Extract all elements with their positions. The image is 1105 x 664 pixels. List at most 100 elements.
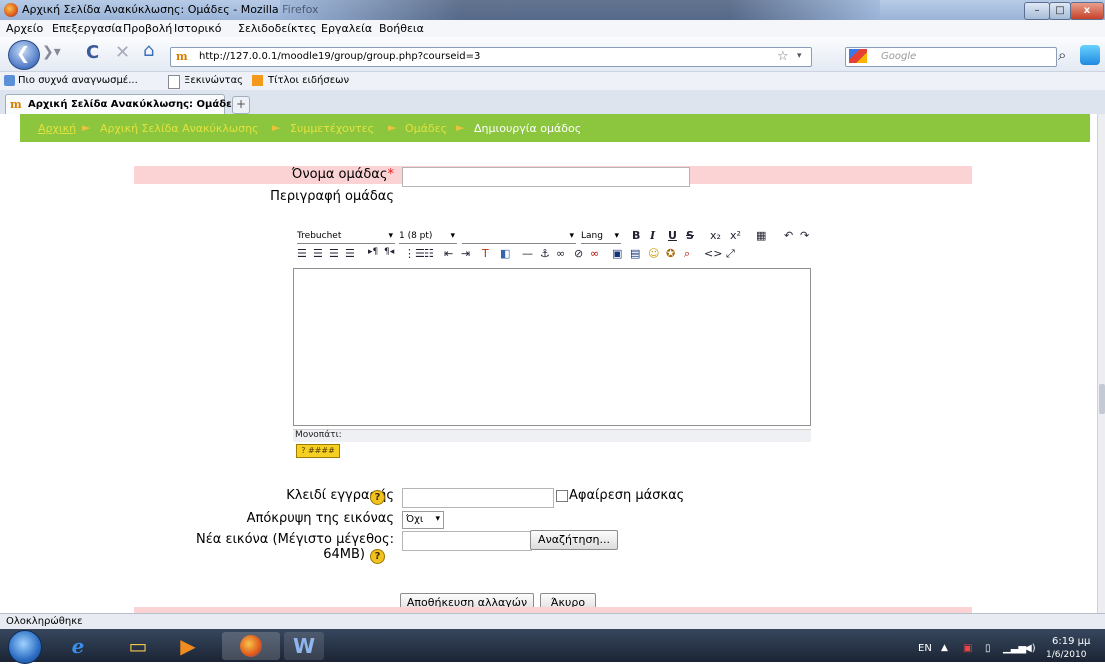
subscript-icon[interactable]: x₂ <box>710 229 721 242</box>
search-icon[interactable]: ⌕ <box>1058 46 1066 64</box>
url-text[interactable]: http://127.0.0.1/moodle19/group/group.ph… <box>199 51 480 62</box>
underline-icon[interactable]: U <box>668 229 677 242</box>
indent-icon[interactable]: ⇥ <box>461 247 470 260</box>
breadcrumb-home[interactable]: Αρχική <box>38 122 76 135</box>
description-editor[interactable] <box>293 268 811 426</box>
google-icon[interactable] <box>849 49 867 63</box>
help-icon[interactable]: ? <box>370 490 385 505</box>
font-family-select[interactable]: Trebuchet ▾ <box>297 231 395 244</box>
tab-groups[interactable]: m Αρχική Σελίδα Ανακύκλωσης: Ομάδες <box>5 94 238 115</box>
vertical-scrollbar[interactable] <box>1097 114 1105 613</box>
link-icon[interactable]: ∞ <box>556 247 565 260</box>
horizontal-rule-icon[interactable]: — <box>522 247 533 260</box>
start-button[interactable] <box>8 630 42 664</box>
menu-bookmarks[interactable]: Σελιδοδείκτες <box>238 22 317 35</box>
clock-date[interactable]: 1/6/2010 <box>1046 650 1086 660</box>
language-indicator[interactable]: EN <box>918 643 932 654</box>
font-size-select[interactable]: 1 (8 pt) ▾ <box>399 231 457 244</box>
internet-explorer-icon[interactable]: e <box>56 632 100 660</box>
show-hidden-icons-icon[interactable]: ▲ <box>941 643 948 653</box>
star-icon[interactable]: ☆ <box>777 49 789 64</box>
search-input[interactable]: Google <box>881 51 916 62</box>
scrollbar-thumb[interactable] <box>1099 384 1105 414</box>
search-replace-icon[interactable]: ⌕ <box>684 247 690 261</box>
minimize-button[interactable]: – <box>1024 2 1050 20</box>
hide-picture-select[interactable]: Όχι ▾ <box>402 511 444 529</box>
new-picture-size-label: 64MB) <box>323 547 365 562</box>
firefox-icon <box>240 635 262 657</box>
maximize-button[interactable]: □ <box>1049 2 1071 20</box>
bookmark-most-visited[interactable]: Πιο συχνά αναγνωσμέ... <box>18 75 138 86</box>
reload-button[interactable]: C <box>86 42 99 63</box>
justify-icon[interactable]: ☰ <box>345 247 355 260</box>
new-tab-button[interactable]: + <box>232 96 250 114</box>
signal-icon[interactable]: ▁▃▅ <box>1003 643 1026 654</box>
search-box[interactable]: Google <box>845 47 1057 67</box>
smiley-icon[interactable]: ☺ <box>648 247 659 260</box>
html-source-icon[interactable]: <> <box>704 247 722 260</box>
history-dropdown-icon[interactable]: ▾ <box>797 51 802 61</box>
bold-icon[interactable]: B <box>632 229 640 242</box>
paragraph-format-select[interactable]: ▾ <box>462 231 576 244</box>
menu-help[interactable]: Βοήθεια <box>379 22 424 35</box>
back-button[interactable]: ❮ <box>8 40 40 70</box>
menu-edit[interactable]: Επεξεργασία <box>52 22 122 35</box>
ltr-icon[interactable]: ▸¶ <box>368 247 378 257</box>
italic-icon[interactable]: I <box>650 229 655 242</box>
breadcrumb-participants[interactable]: Συμμετέχοντες <box>290 122 374 135</box>
unmask-checkbox[interactable] <box>556 490 568 502</box>
window-title-bar[interactable]: Αρχική Σελίδα Ανακύκλωσης: Ομάδες - Mozi… <box>0 0 1105 20</box>
clean-word-icon[interactable]: ▦ <box>756 229 766 242</box>
outdent-icon[interactable]: ⇤ <box>444 247 453 260</box>
bookmark-getting-started[interactable]: Ξεκινώντας <box>184 75 243 86</box>
breadcrumb-course[interactable]: Αρχική Σελίδα Ανακύκλωσης <box>100 122 259 135</box>
special-char-icon[interactable]: ✪ <box>666 247 675 260</box>
unlink-icon[interactable]: ⊘ <box>574 247 583 260</box>
clock-time[interactable]: 6:19 μμ <box>1052 636 1090 647</box>
fullscreen-icon[interactable]: ⤢ <box>726 247 735 261</box>
bookmark-news-headlines[interactable]: Τίτλοι ειδήσεων <box>268 75 349 86</box>
menu-file[interactable]: Αρχείο <box>6 22 43 35</box>
background-color-icon[interactable]: ◧ <box>500 247 510 260</box>
address-bar[interactable]: m http://127.0.0.1/moodle19/group/group.… <box>170 47 812 67</box>
menu-tools[interactable]: Εργαλεία <box>321 22 372 35</box>
unordered-list-icon[interactable]: ☷ <box>424 247 434 260</box>
stop-button[interactable]: ✕ <box>115 42 130 63</box>
media-player-icon[interactable]: ▶ <box>166 632 210 660</box>
strikethrough-icon[interactable]: S <box>686 229 694 242</box>
rtl-icon[interactable]: ¶◂ <box>384 247 394 257</box>
help-icon[interactable]: ? <box>370 549 385 564</box>
firefox-taskbar-button[interactable] <box>222 632 280 660</box>
explorer-folder-icon[interactable]: ▭ <box>116 632 160 660</box>
home-button[interactable]: ⌂ <box>143 40 154 61</box>
insert-image-icon[interactable]: ▣ <box>612 247 622 260</box>
editor-help-button[interactable]: ? #### <box>296 444 340 458</box>
forward-button[interactable]: ❯▾ <box>42 44 61 60</box>
browse-button[interactable]: Αναζήτηση... <box>530 530 618 550</box>
breadcrumb-groups[interactable]: Ομάδες <box>405 122 447 135</box>
enrolment-key-input[interactable] <box>402 488 554 508</box>
language-select[interactable]: Lang ▾ <box>581 231 621 244</box>
close-button[interactable]: x <box>1070 2 1104 20</box>
nolink-icon[interactable]: ∞ <box>590 247 599 260</box>
align-center-icon[interactable]: ☰ <box>313 247 323 260</box>
group-name-input[interactable] <box>402 167 690 187</box>
volume-icon[interactable]: ◀) <box>1024 643 1036 654</box>
editor-path-label: Μονοπάτι: <box>295 430 342 440</box>
align-left-icon[interactable]: ☰ <box>297 247 307 260</box>
undo-icon[interactable]: ↶ <box>784 229 793 242</box>
menu-history[interactable]: Ιστορικό <box>174 22 222 35</box>
anchor-icon[interactable]: ⚓ <box>540 247 550 260</box>
align-right-icon[interactable]: ☰ <box>329 247 339 260</box>
redo-icon[interactable]: ↷ <box>800 229 809 242</box>
network-icon[interactable]: ▣ <box>963 643 972 654</box>
battery-icon[interactable]: ▯ <box>985 643 991 654</box>
skype-addon-icon[interactable] <box>1080 45 1100 65</box>
new-picture-file-input[interactable] <box>402 531 532 551</box>
word-taskbar-button[interactable]: W <box>284 632 324 660</box>
ordered-list-icon[interactable]: ⋮☰ <box>404 247 425 260</box>
text-color-icon[interactable]: T <box>482 247 489 260</box>
insert-table-icon[interactable]: ▤ <box>630 247 640 260</box>
menu-view[interactable]: Προβολή <box>123 22 172 35</box>
superscript-icon[interactable]: x² <box>730 229 741 242</box>
